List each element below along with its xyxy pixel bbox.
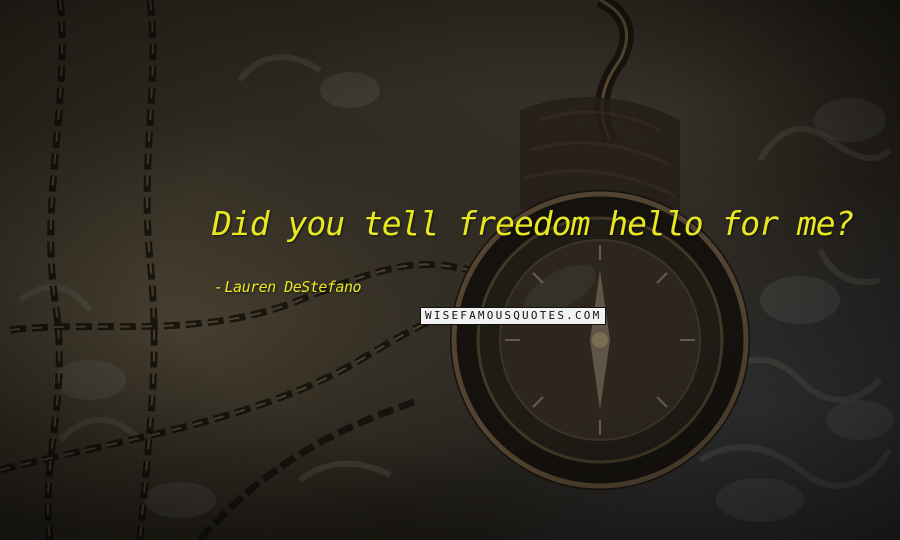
quote-text: Did you tell freedom hello for me? [212,204,855,243]
site-watermark: WISEFAMOUSQUOTES.COM [420,307,607,325]
quote-image: Did you tell freedom hello for me? - Laur… [0,0,900,540]
quote-author: - Lauren DeStefano [214,278,362,296]
compass-and-chain-photo [0,0,894,540]
author-dash: - [214,278,223,296]
author-name: Lauren DeStefano [224,278,362,296]
